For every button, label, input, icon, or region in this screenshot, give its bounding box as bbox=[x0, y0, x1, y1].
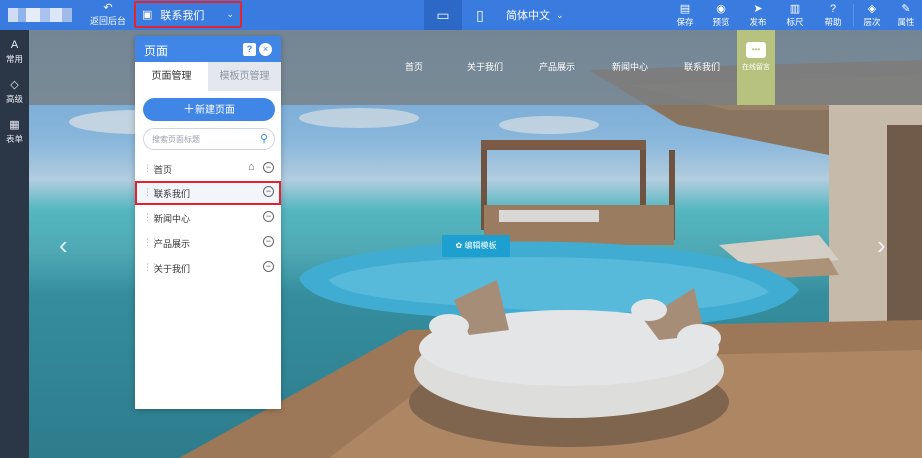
site-nav-contact-wrap: 联系我们 bbox=[684, 60, 720, 73]
page-label: 关于我们 bbox=[154, 264, 191, 274]
site-nav-about[interactable]: 关于我们 bbox=[467, 60, 503, 73]
page-label: 首页 bbox=[154, 165, 173, 175]
site-nav-news-wrap: 新闻中心 bbox=[612, 60, 648, 73]
back-to-admin-button[interactable]: ↶ 返回后台 bbox=[86, 2, 130, 28]
page-label: 产品展示 bbox=[154, 239, 191, 249]
ruler-label: 标尺 bbox=[786, 17, 804, 27]
publish-button[interactable]: ➤ 发布 bbox=[741, 3, 775, 29]
page-label: 新闻中心 bbox=[154, 214, 191, 224]
eye-icon: ◉ bbox=[716, 3, 726, 15]
help-icon: ? bbox=[829, 3, 837, 15]
rail-common[interactable]: A 常用 bbox=[0, 38, 29, 74]
save-icon: ▤ bbox=[679, 3, 691, 15]
site-nav-contact[interactable]: 联系我们 bbox=[684, 60, 720, 73]
plus-icon: ＋ bbox=[182, 102, 195, 116]
chevron-down-icon: ⌄ bbox=[226, 9, 234, 19]
layers-label: 层次 bbox=[863, 17, 881, 27]
save-button[interactable]: ▤ 保存 bbox=[668, 3, 702, 29]
site-nav-products-wrap: 产品展示 bbox=[539, 60, 575, 73]
preview-button[interactable]: ◉ 预览 bbox=[704, 3, 738, 29]
page-search: ⚲ bbox=[143, 128, 275, 150]
remove-icon[interactable]: − bbox=[263, 162, 274, 173]
page-row-contact[interactable]: ⋮⋮ 联系我们 − bbox=[135, 181, 281, 205]
chat-icon: ••• bbox=[746, 42, 766, 58]
diamond-icon: ◇ bbox=[10, 79, 19, 91]
new-page-button[interactable]: ＋新建页面 bbox=[143, 98, 275, 121]
properties-button[interactable]: ✎ 属性 bbox=[889, 3, 922, 29]
logo bbox=[8, 8, 74, 22]
mobile-view-button[interactable]: ▯ bbox=[462, 0, 498, 30]
ruler-icon: ▥ bbox=[789, 3, 801, 15]
new-page-label: 新建页面 bbox=[195, 105, 235, 116]
online-message-box[interactable]: ••• 在线留言 bbox=[737, 30, 775, 105]
online-message-label: 在线留言 bbox=[742, 63, 770, 71]
rail-common-label: 常用 bbox=[5, 54, 23, 64]
page-row-news[interactable]: ⋮⋮ 新闻中心 − bbox=[135, 206, 281, 230]
page-row-home[interactable]: ⋮⋮ 首页 ⌂ − bbox=[135, 157, 281, 181]
search-icon[interactable]: ⚲ bbox=[260, 132, 268, 145]
send-icon: ➤ bbox=[753, 3, 763, 15]
tab-page-management[interactable]: 页面管理 bbox=[135, 62, 208, 91]
ruler-button[interactable]: ▥ 标尺 bbox=[778, 3, 812, 29]
slider-prev-arrow[interactable]: ‹ bbox=[59, 230, 68, 261]
site-nav-about-wrap: 关于我们 bbox=[467, 60, 503, 73]
remove-icon[interactable]: − bbox=[263, 211, 274, 222]
help-icon[interactable]: ? bbox=[243, 43, 256, 56]
left-rail: A 常用 ◇ 高级 ▦ 表单 bbox=[0, 30, 29, 458]
chevron-down-icon: ⌄ bbox=[556, 9, 564, 20]
help-label: 帮助 bbox=[824, 17, 842, 27]
language-label: 简体中文 bbox=[506, 10, 550, 22]
page-row-about[interactable]: ⋮⋮ 关于我们 − bbox=[135, 256, 281, 280]
language-select[interactable]: 简体中文 ⌄ bbox=[506, 0, 564, 30]
properties-label: 属性 bbox=[897, 17, 915, 27]
site-nav-news[interactable]: 新闻中心 bbox=[612, 60, 648, 73]
page-icon: ▣ bbox=[142, 9, 153, 21]
common-icon: A bbox=[10, 39, 19, 51]
monitor-icon: ▭ bbox=[436, 6, 450, 23]
toolbar-divider bbox=[853, 4, 854, 26]
panel-title: 页面 bbox=[144, 44, 169, 58]
current-page-label: 联系我们 bbox=[160, 9, 205, 22]
edit-template-button[interactable]: ✿ 编辑模板 bbox=[442, 235, 510, 257]
help-button[interactable]: ? 帮助 bbox=[816, 3, 850, 29]
page-label: 联系我们 bbox=[154, 189, 191, 199]
page-search-input[interactable] bbox=[152, 133, 252, 146]
rail-form-label: 表单 bbox=[5, 134, 23, 144]
rail-advanced-label: 高级 bbox=[5, 94, 23, 104]
brush-icon: ✎ bbox=[901, 3, 911, 15]
publish-label: 发布 bbox=[749, 17, 767, 27]
remove-icon[interactable]: − bbox=[263, 261, 274, 272]
panel-header: 页面 ? × bbox=[135, 36, 281, 62]
undo-icon: ↶ bbox=[103, 2, 113, 14]
top-toolbar: ↶ 返回后台 ▣ 联系我们 ⌄ ▭ ▯ 简体中文 ⌄ ▤ 保存 ◉ 预览 ➤ 发… bbox=[0, 0, 922, 30]
layers-icon: ◈ bbox=[867, 3, 877, 15]
slider-next-arrow[interactable]: › bbox=[877, 230, 886, 261]
site-nav: 首页 bbox=[405, 60, 423, 73]
close-icon[interactable]: × bbox=[259, 43, 272, 56]
site-nav-home[interactable]: 首页 bbox=[405, 60, 423, 73]
page-row-products[interactable]: ⋮⋮ 产品展示 − bbox=[135, 231, 281, 255]
layers-button[interactable]: ◈ 层次 bbox=[855, 3, 889, 29]
tab-template-management[interactable]: 模板页管理 bbox=[208, 62, 281, 91]
remove-icon[interactable]: − bbox=[263, 186, 274, 197]
home-icon: ⌂ bbox=[248, 161, 255, 173]
rail-form[interactable]: ▦ 表单 bbox=[0, 118, 29, 154]
preview-label: 预览 bbox=[712, 17, 730, 27]
rail-advanced[interactable]: ◇ 高级 bbox=[0, 78, 29, 114]
edit-template-label: 编辑模板 bbox=[464, 241, 497, 250]
pages-panel: 页面 ? × 页面管理 模板页管理 ＋新建页面 ⚲ ⋮⋮ 首页 ⌂ − ⋮⋮ 联… bbox=[135, 36, 281, 409]
remove-icon[interactable]: − bbox=[263, 236, 274, 247]
phone-icon: ▯ bbox=[476, 6, 484, 23]
panel-tabs: 页面管理 模板页管理 bbox=[135, 62, 281, 91]
current-page-select[interactable]: ▣ 联系我们 ⌄ bbox=[134, 1, 242, 28]
back-label: 返回后台 bbox=[89, 16, 126, 26]
desktop-view-button[interactable]: ▭ bbox=[424, 0, 462, 30]
site-nav-products[interactable]: 产品展示 bbox=[539, 60, 575, 73]
form-icon: ▦ bbox=[9, 119, 20, 131]
save-label: 保存 bbox=[676, 17, 694, 27]
